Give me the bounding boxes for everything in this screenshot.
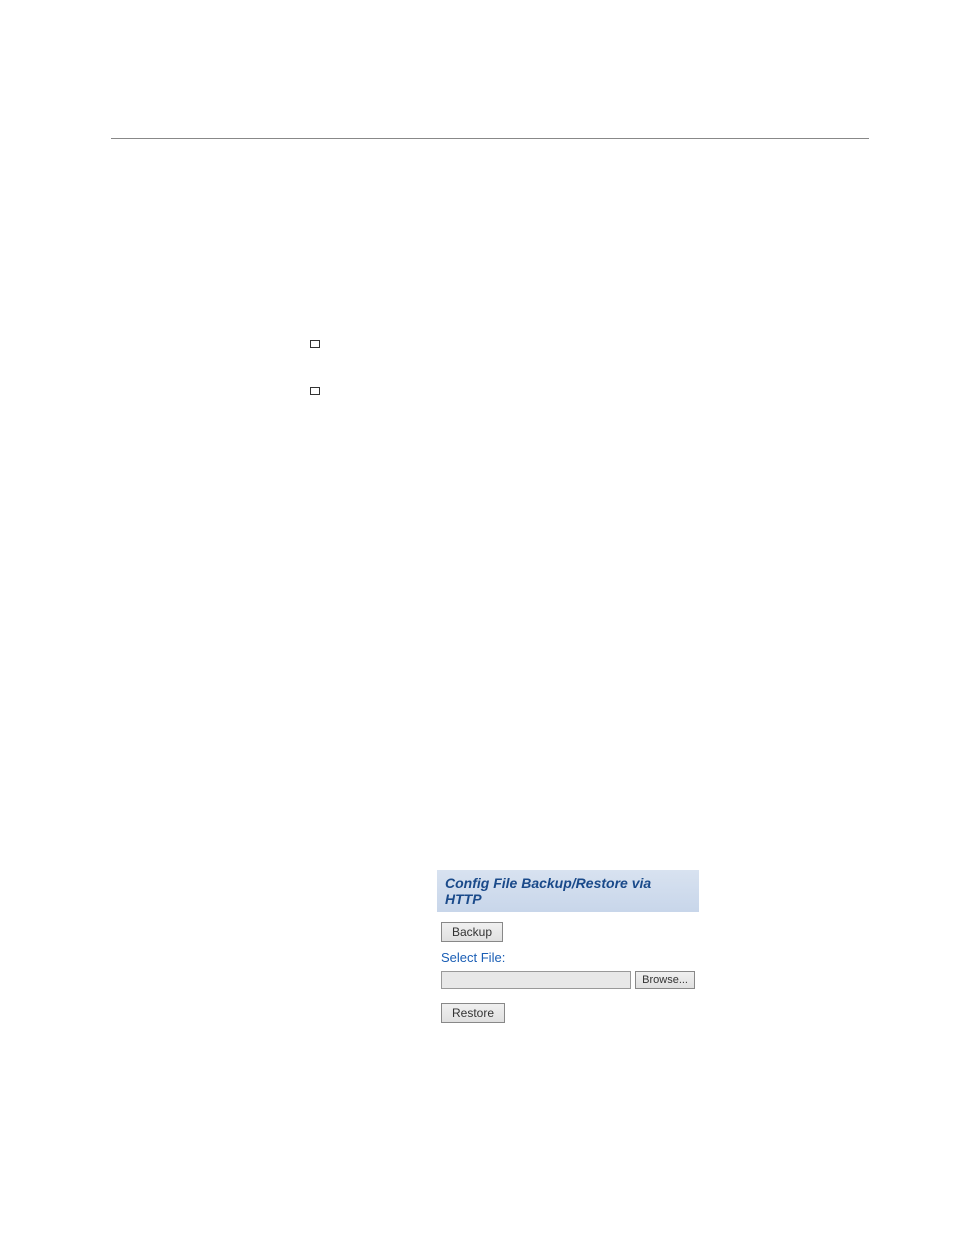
config-backup-restore-panel: Config File Backup/Restore via HTTP Back… — [437, 870, 699, 1027]
bullet-icon — [310, 387, 320, 395]
browse-button[interactable]: Browse... — [635, 971, 695, 989]
horizontal-divider — [111, 138, 869, 139]
file-select-row: Browse... — [441, 971, 695, 989]
restore-button[interactable]: Restore — [441, 1003, 505, 1023]
file-path-input[interactable] — [441, 971, 631, 989]
restore-row: Restore — [441, 1003, 695, 1023]
bullet-icon — [310, 340, 320, 348]
backup-button[interactable]: Backup — [441, 922, 503, 942]
panel-body: Backup Select File: Browse... Restore — [437, 912, 699, 1027]
panel-title: Config File Backup/Restore via HTTP — [437, 870, 699, 912]
select-file-label: Select File: — [441, 950, 695, 965]
